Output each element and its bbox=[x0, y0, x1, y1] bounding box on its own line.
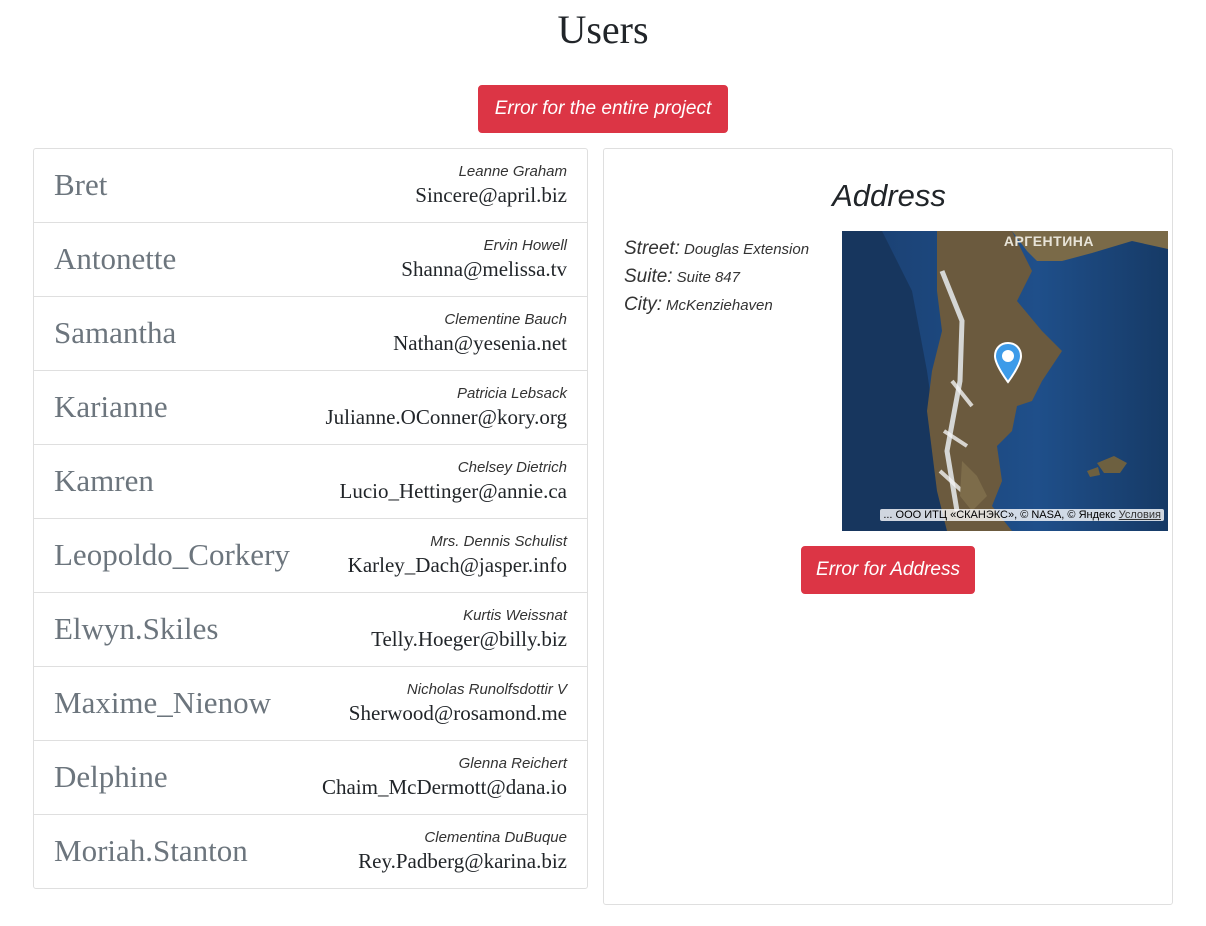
user-fullname: Glenna Reichert bbox=[458, 755, 567, 772]
address-suite: Suite: Suite 847 bbox=[624, 266, 740, 288]
user-list-item[interactable]: Kamren Chelsey Dietrich Lucio_Hettinger@… bbox=[34, 445, 587, 519]
user-email: Chaim_McDermott@dana.io bbox=[321, 775, 567, 799]
address-map[interactable]: АРГЕНТИНА ... ООО ИТЦ «СКАНЭКС», © NASA,… bbox=[842, 231, 1168, 531]
page-title: Users bbox=[557, 7, 649, 52]
address-street: Street: Douglas Extension bbox=[624, 238, 809, 260]
user-username: Maxime_Nienow bbox=[54, 685, 271, 720]
user-fullname: Clementina DuBuque bbox=[424, 829, 567, 846]
suite-value: Suite 847 bbox=[676, 269, 740, 286]
user-list-item[interactable]: Maxime_Nienow Nicholas Runolfsdottir V S… bbox=[34, 667, 587, 741]
user-fullname: Mrs. Dennis Schulist bbox=[430, 533, 567, 550]
user-fullname: Clementine Bauch bbox=[444, 311, 567, 328]
address-title: Address bbox=[832, 178, 946, 213]
user-email: Julianne.OConner@kory.org bbox=[325, 405, 567, 429]
user-fullname: Nicholas Runolfsdottir V bbox=[406, 681, 567, 698]
map-terms-link[interactable]: Условия bbox=[1119, 509, 1161, 521]
user-username: Karianne bbox=[54, 389, 168, 424]
user-username: Kamren bbox=[54, 463, 154, 498]
user-list-item[interactable]: Samantha Clementine Bauch Nathan@yesenia… bbox=[34, 297, 587, 371]
street-label: Street: bbox=[624, 238, 680, 259]
user-email: Nathan@yesenia.net bbox=[393, 331, 567, 355]
address-error-button[interactable]: Error for Address bbox=[801, 546, 975, 594]
user-fullname: Patricia Lebsack bbox=[456, 385, 567, 402]
user-list-item[interactable]: Bret Leanne Graham Sincere@april.biz bbox=[34, 149, 587, 223]
map-attribution-text: ... ООО ИТЦ «СКАНЭКС», © NASA, © Яндекс bbox=[883, 509, 1116, 521]
project-error-button[interactable]: Error for the entire project bbox=[478, 85, 728, 133]
user-list-item[interactable]: Leopoldo_Corkery Mrs. Dennis Schulist Ka… bbox=[34, 519, 587, 593]
user-username: Bret bbox=[54, 167, 108, 202]
user-list-item[interactable]: Antonette Ervin Howell Shanna@melissa.tv bbox=[34, 223, 587, 297]
user-email: Sincere@april.biz bbox=[415, 183, 567, 207]
user-list-item[interactable]: Karianne Patricia Lebsack Julianne.OConn… bbox=[34, 371, 587, 445]
user-fullname: Kurtis Weissnat bbox=[463, 607, 567, 624]
street-value: Douglas Extension bbox=[683, 241, 810, 258]
user-list-item[interactable]: Moriah.Stanton Clementina DuBuque Rey.Pa… bbox=[34, 815, 587, 888]
map-attribution: ... ООО ИТЦ «СКАНЭКС», © NASA, © Яндекс … bbox=[880, 509, 1164, 521]
user-email: Shanna@melissa.tv bbox=[401, 257, 567, 281]
user-username: Delphine bbox=[54, 759, 168, 794]
user-fullname: Ervin Howell bbox=[483, 237, 567, 254]
user-list-item[interactable]: Delphine Glenna Reichert Chaim_McDermott… bbox=[34, 741, 587, 815]
map-country-label: АРГЕНТИНА bbox=[1003, 233, 1094, 249]
user-username: Moriah.Stanton bbox=[54, 833, 248, 868]
suite-label: Suite: bbox=[624, 266, 673, 287]
user-fullname: Leanne Graham bbox=[458, 163, 567, 180]
city-label: City: bbox=[624, 294, 662, 315]
user-username: Antonette bbox=[54, 241, 177, 276]
user-username: Leopoldo_Corkery bbox=[54, 537, 290, 572]
user-email: Rey.Padberg@karina.biz bbox=[358, 849, 567, 873]
user-list-item[interactable]: Elwyn.Skiles Kurtis Weissnat Telly.Hoege… bbox=[34, 593, 587, 667]
city-value: McKenziehaven bbox=[666, 297, 773, 314]
user-email: Karley_Dach@jasper.info bbox=[347, 553, 567, 577]
user-fullname: Chelsey Dietrich bbox=[457, 459, 567, 476]
address-city: City: McKenziehaven bbox=[624, 294, 773, 316]
user-email: Telly.Hoeger@billy.biz bbox=[371, 627, 567, 651]
user-username: Elwyn.Skiles bbox=[54, 611, 219, 646]
user-email: Lucio_Hettinger@annie.ca bbox=[339, 479, 568, 503]
user-list: Bret Leanne Graham Sincere@april.biz Ant… bbox=[33, 148, 588, 889]
map-pin-icon[interactable] bbox=[993, 342, 1023, 384]
user-email: Sherwood@rosamond.me bbox=[348, 701, 567, 725]
user-username: Samantha bbox=[54, 315, 177, 350]
